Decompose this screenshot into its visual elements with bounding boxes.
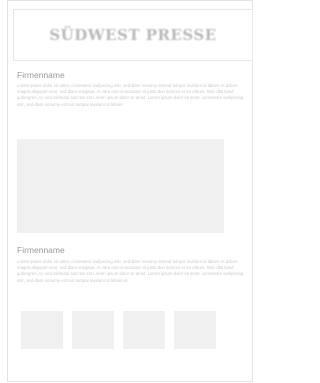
company-name-heading: Firmenname — [17, 70, 65, 80]
gallery-thumbnail[interactable] — [174, 311, 216, 349]
gallery-thumbnail[interactable] — [21, 311, 63, 349]
masthead: SÜDWEST PRESSE — [13, 9, 253, 61]
company-description: Lorem ipsum dolor sit amet, consetetur s… — [17, 83, 244, 107]
company-description: Lorem ipsum dolor sit amet, consetetur s… — [17, 259, 244, 283]
image-placeholder — [17, 139, 224, 233]
gallery-thumbnail[interactable] — [72, 311, 114, 349]
page-frame: SÜDWEST PRESSE Firmenname Lorem ipsum do… — [7, 0, 253, 382]
company-name-heading: Firmenname — [17, 245, 65, 255]
gallery-thumbnail[interactable] — [123, 311, 165, 349]
brand-logo: SÜDWEST PRESSE — [49, 26, 217, 44]
thumbnail-gallery — [21, 311, 221, 349]
